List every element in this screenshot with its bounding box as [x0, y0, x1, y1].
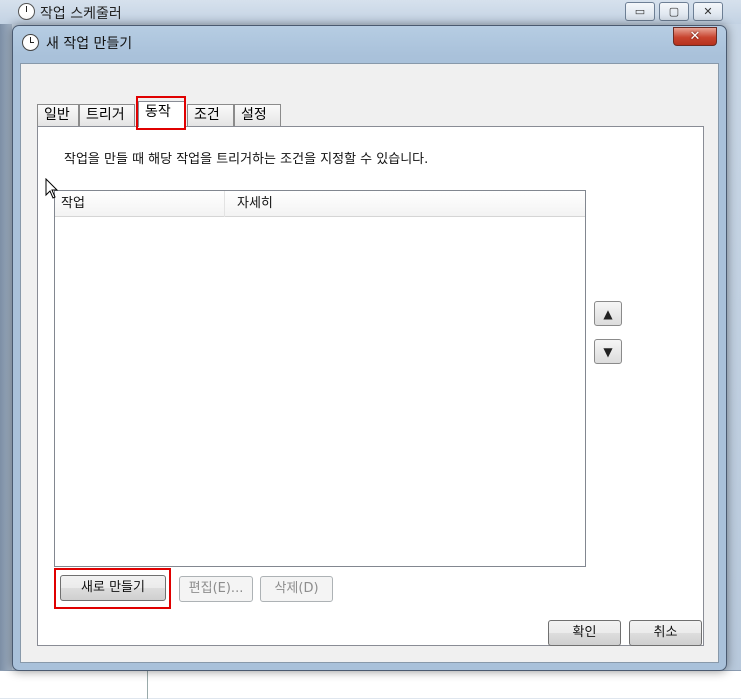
tab-actions[interactable]: 동작 [138, 101, 185, 127]
list-header: 작업 자세히 [55, 191, 585, 217]
tab-conditions[interactable]: 조건 [187, 104, 234, 126]
ok-button[interactable]: 확인 [548, 620, 621, 646]
clock-icon [18, 3, 35, 20]
tab-general[interactable]: 일반 [37, 104, 79, 126]
actions-list[interactable]: 작업 자세히 [54, 190, 586, 567]
arrow-down-icon: ▼ [603, 344, 613, 359]
minimize-button[interactable]: ▭ [625, 2, 655, 21]
move-up-button[interactable]: ▲ [594, 301, 622, 326]
tab-label: 설정 [241, 107, 267, 123]
column-header-details[interactable]: 자세히 [225, 191, 585, 217]
tab-label: 일반 [44, 107, 70, 123]
edit-action-button[interactable]: 편집(E)... [179, 576, 253, 602]
new-action-button[interactable]: 새로 만들기 [60, 575, 166, 601]
panel-description: 작업을 만들 때 해당 작업을 트리거하는 조건을 지정할 수 있습니다. [64, 152, 429, 167]
cancel-button[interactable]: 취소 [629, 620, 702, 646]
clock-icon [22, 34, 39, 51]
mouse-cursor-icon [45, 178, 59, 199]
create-task-dialog: 새 작업 만들기 ✕ 일반 트리거 동작 조건 설정 작업을 만들 때 해당 작… [12, 25, 727, 671]
tab-triggers[interactable]: 트리거 [79, 104, 135, 126]
task-scheduler-titlebar: 작업 스케줄러 ▭ ▢ ✕ [0, 0, 741, 24]
dialog-close-button[interactable]: ✕ [673, 27, 717, 46]
tab-label: 동작 [145, 104, 171, 120]
tab-label: 조건 [194, 107, 220, 123]
delete-action-button[interactable]: 삭제(D) [260, 576, 333, 602]
tab-settings[interactable]: 설정 [234, 104, 281, 126]
pane-divider [147, 671, 148, 699]
actions-tab-panel: 작업을 만들 때 해당 작업을 트리거하는 조건을 지정할 수 있습니다. 작업… [37, 126, 704, 646]
arrow-up-icon: ▲ [603, 306, 613, 321]
background-panel [0, 24, 12, 698]
dialog-title: 새 작업 만들기 [46, 36, 133, 52]
window-controls: ▭ ▢ ✕ [625, 2, 723, 21]
column-header-action[interactable]: 작업 [55, 191, 225, 217]
close-icon: ✕ [689, 29, 701, 44]
dialog-client-area: 일반 트리거 동작 조건 설정 작업을 만들 때 해당 작업을 트리거하는 조건… [20, 63, 719, 663]
app-title: 작업 스케줄러 [40, 6, 122, 22]
tab-label: 트리거 [86, 107, 125, 123]
close-window-button[interactable]: ✕ [693, 2, 723, 21]
move-down-button[interactable]: ▼ [594, 339, 622, 364]
maximize-button[interactable]: ▢ [659, 2, 689, 21]
background-bottom-pane [0, 670, 741, 699]
